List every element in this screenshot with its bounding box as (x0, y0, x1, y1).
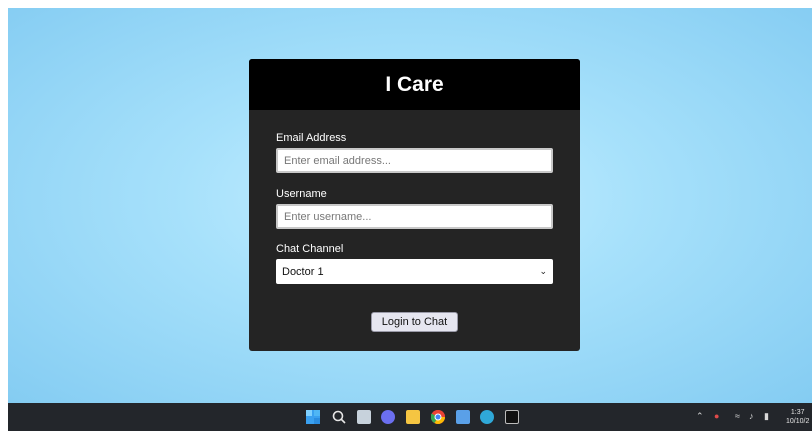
store-icon[interactable] (456, 410, 470, 424)
task-view-icon[interactable] (357, 410, 371, 424)
chat-channel-select[interactable]: Doctor 1 ⌄ (276, 259, 553, 284)
battery-icon[interactable]: ▮ (764, 411, 769, 422)
app-tray-icon[interactable]: ● (714, 411, 719, 421)
chevron-down-icon: ⌄ (539, 266, 547, 276)
email-field[interactable]: Enter email address... (276, 148, 553, 173)
desktop-background: I Care Email Address Enter email address… (8, 8, 812, 403)
chevron-up-icon[interactable]: ⌃ (696, 411, 704, 422)
chat-icon[interactable] (381, 410, 395, 424)
username-label: Username (276, 188, 327, 200)
login-card: I Care Email Address Enter email address… (249, 59, 580, 351)
card-header: I Care (249, 59, 580, 110)
username-field[interactable]: Enter username... (276, 204, 553, 229)
login-button[interactable]: Login to Chat (371, 312, 458, 332)
edge-icon[interactable] (480, 410, 494, 424)
wifi-icon[interactable]: ≈ (735, 411, 740, 421)
file-explorer-icon[interactable] (406, 410, 420, 424)
terminal-icon[interactable] (505, 410, 519, 424)
email-label: Email Address (276, 132, 347, 144)
chrome-icon[interactable] (430, 410, 445, 424)
clock-date: 10/10/2 (786, 418, 810, 425)
chat-channel-value: Doctor 1 (282, 265, 324, 278)
taskbar: ⌃ ● ≈ ♪ ▮ 1:37 10/10/2 (8, 403, 812, 431)
app-title: I Care (385, 72, 444, 96)
search-icon[interactable] (332, 410, 346, 424)
clock[interactable]: 1:37 10/10/2 (786, 408, 809, 426)
chat-channel-label: Chat Channel (276, 243, 344, 255)
windows-start-icon[interactable] (306, 410, 320, 424)
clock-time: 1:37 (790, 409, 805, 416)
volume-icon[interactable]: ♪ (749, 411, 754, 421)
